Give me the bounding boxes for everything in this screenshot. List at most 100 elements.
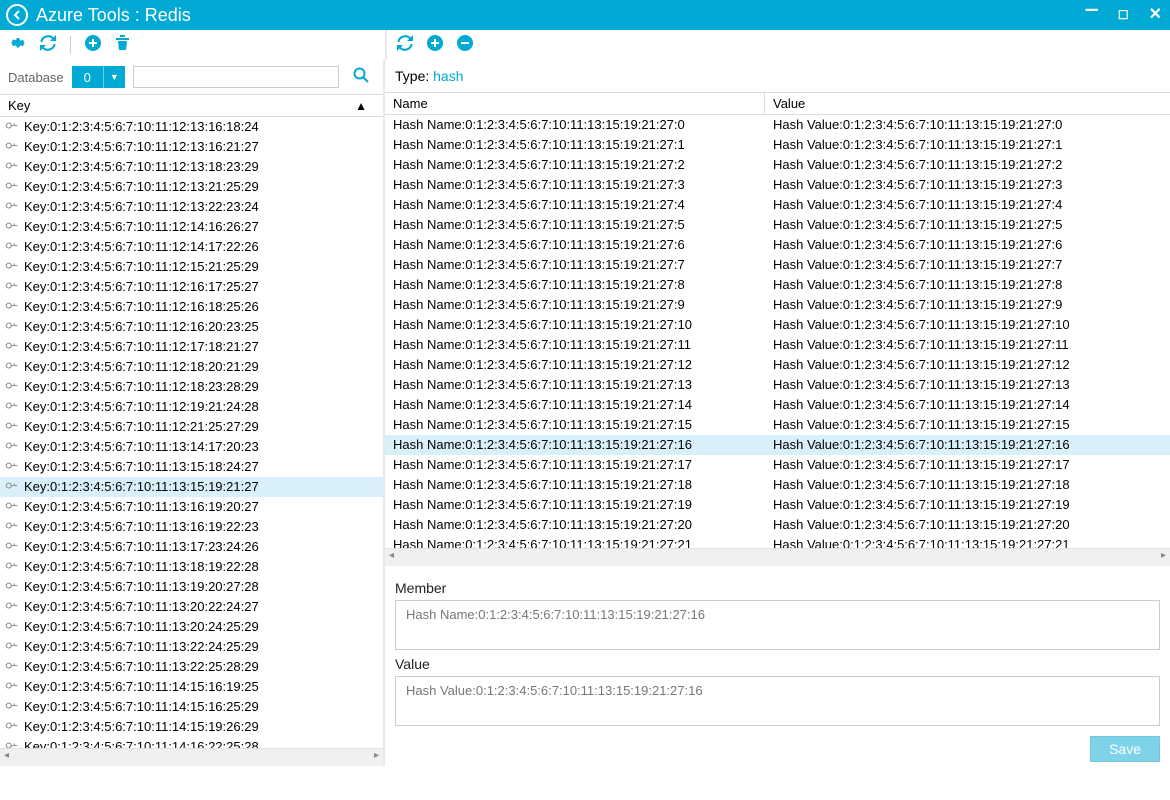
hash-row[interactable]: Hash Name:0:1:2:3:4:5:6:7:10:11:13:15:19… bbox=[385, 215, 1170, 235]
key-row[interactable]: Key:0:1:2:3:4:5:6:7:10:11:12:21:25:27:29 bbox=[0, 417, 383, 437]
hash-value: Hash Value:0:1:2:3:4:5:6:7:10:11:13:15:1… bbox=[765, 276, 1170, 294]
hash-row[interactable]: Hash Name:0:1:2:3:4:5:6:7:10:11:13:15:19… bbox=[385, 115, 1170, 135]
key-row[interactable]: Key:0:1:2:3:4:5:6:7:10:11:14:15:16:25:29 bbox=[0, 697, 383, 717]
key-row[interactable]: Key:0:1:2:3:4:5:6:7:10:11:12:13:16:21:27 bbox=[0, 137, 383, 157]
member-input[interactable]: Hash Name:0:1:2:3:4:5:6:7:10:11:13:15:19… bbox=[395, 600, 1160, 650]
add-icon[interactable] bbox=[85, 35, 101, 56]
search-box bbox=[133, 66, 339, 88]
key-row[interactable]: Key:0:1:2:3:4:5:6:7:10:11:13:16:19:20:27 bbox=[0, 497, 383, 517]
key-row[interactable]: Key:0:1:2:3:4:5:6:7:10:11:12:18:20:21:29 bbox=[0, 357, 383, 377]
key-row[interactable]: Key:0:1:2:3:4:5:6:7:10:11:13:16:19:22:23 bbox=[0, 517, 383, 537]
hash-name: Hash Name:0:1:2:3:4:5:6:7:10:11:13:15:19… bbox=[385, 216, 765, 234]
key-column-header[interactable]: Key ▲ bbox=[0, 94, 383, 117]
horizontal-scrollbar[interactable] bbox=[385, 548, 1170, 566]
save-button[interactable]: Save bbox=[1090, 736, 1160, 762]
key-row[interactable]: Key:0:1:2:3:4:5:6:7:10:11:12:18:23:28:29 bbox=[0, 377, 383, 397]
key-list[interactable]: Key:0:1:2:3:4:5:6:7:10:11:12:13:16:18:24… bbox=[0, 117, 383, 748]
hash-row[interactable]: Hash Name:0:1:2:3:4:5:6:7:10:11:13:15:19… bbox=[385, 495, 1170, 515]
key-row[interactable]: Key:0:1:2:3:4:5:6:7:10:11:12:17:18:21:27 bbox=[0, 337, 383, 357]
key-row[interactable]: Key:0:1:2:3:4:5:6:7:10:11:14:16:22:25:28 bbox=[0, 737, 383, 748]
key-row[interactable]: Key:0:1:2:3:4:5:6:7:10:11:13:20:22:24:27 bbox=[0, 597, 383, 617]
chevron-down-icon: ▼ bbox=[103, 66, 125, 88]
hash-row[interactable]: Hash Name:0:1:2:3:4:5:6:7:10:11:13:15:19… bbox=[385, 315, 1170, 335]
remove-icon[interactable] bbox=[457, 35, 473, 56]
key-text: Key:0:1:2:3:4:5:6:7:10:11:12:13:16:18:24 bbox=[24, 118, 259, 136]
key-row[interactable]: Key:0:1:2:3:4:5:6:7:10:11:12:13:21:25:29 bbox=[0, 177, 383, 197]
value-input[interactable]: Hash Value:0:1:2:3:4:5:6:7:10:11:13:15:1… bbox=[395, 676, 1160, 726]
key-row[interactable]: Key:0:1:2:3:4:5:6:7:10:11:13:15:19:21:27 bbox=[0, 477, 383, 497]
hash-row[interactable]: Hash Name:0:1:2:3:4:5:6:7:10:11:13:15:19… bbox=[385, 195, 1170, 215]
hash-name: Hash Name:0:1:2:3:4:5:6:7:10:11:13:15:19… bbox=[385, 276, 765, 294]
search-input[interactable] bbox=[134, 70, 338, 85]
key-row[interactable]: Key:0:1:2:3:4:5:6:7:10:11:12:13:18:23:29 bbox=[0, 157, 383, 177]
hash-name: Hash Name:0:1:2:3:4:5:6:7:10:11:13:15:19… bbox=[385, 536, 765, 548]
key-icon bbox=[3, 557, 23, 577]
value-column-header[interactable]: Value bbox=[765, 93, 1170, 114]
hash-row[interactable]: Hash Name:0:1:2:3:4:5:6:7:10:11:13:15:19… bbox=[385, 295, 1170, 315]
key-row[interactable]: Key:0:1:2:3:4:5:6:7:10:11:13:20:24:25:29 bbox=[0, 617, 383, 637]
key-icon bbox=[3, 537, 23, 557]
hash-row[interactable]: Hash Name:0:1:2:3:4:5:6:7:10:11:13:15:19… bbox=[385, 235, 1170, 255]
hash-row[interactable]: Hash Name:0:1:2:3:4:5:6:7:10:11:13:15:19… bbox=[385, 515, 1170, 535]
hash-row[interactable]: Hash Name:0:1:2:3:4:5:6:7:10:11:13:15:19… bbox=[385, 355, 1170, 375]
key-text: Key:0:1:2:3:4:5:6:7:10:11:12:17:18:21:27 bbox=[24, 338, 259, 356]
key-row[interactable]: Key:0:1:2:3:4:5:6:7:10:11:12:13:22:23:24 bbox=[0, 197, 383, 217]
key-text: Key:0:1:2:3:4:5:6:7:10:11:12:13:16:21:27 bbox=[24, 138, 259, 156]
key-row[interactable]: Key:0:1:2:3:4:5:6:7:10:11:12:13:16:18:24 bbox=[0, 117, 383, 137]
key-row[interactable]: Key:0:1:2:3:4:5:6:7:10:11:13:22:24:25:29 bbox=[0, 637, 383, 657]
delete-icon[interactable] bbox=[115, 35, 130, 56]
hash-row[interactable]: Hash Name:0:1:2:3:4:5:6:7:10:11:13:15:19… bbox=[385, 455, 1170, 475]
back-icon[interactable] bbox=[6, 4, 28, 26]
hash-row[interactable]: Hash Name:0:1:2:3:4:5:6:7:10:11:13:15:19… bbox=[385, 395, 1170, 415]
hash-value: Hash Value:0:1:2:3:4:5:6:7:10:11:13:15:1… bbox=[765, 196, 1170, 214]
gear-icon[interactable] bbox=[10, 35, 26, 56]
close-icon[interactable]: ✕ bbox=[1147, 7, 1164, 23]
key-text: Key:0:1:2:3:4:5:6:7:10:11:14:16:22:25:28 bbox=[24, 738, 259, 748]
key-text: Key:0:1:2:3:4:5:6:7:10:11:12:13:18:23:29 bbox=[24, 158, 259, 176]
hash-row[interactable]: Hash Name:0:1:2:3:4:5:6:7:10:11:13:15:19… bbox=[385, 135, 1170, 155]
key-icon bbox=[3, 357, 23, 377]
hash-row[interactable]: Hash Name:0:1:2:3:4:5:6:7:10:11:13:15:19… bbox=[385, 535, 1170, 548]
key-row[interactable]: Key:0:1:2:3:4:5:6:7:10:11:12:14:17:22:26 bbox=[0, 237, 383, 257]
key-row[interactable]: Key:0:1:2:3:4:5:6:7:10:11:12:16:17:25:27 bbox=[0, 277, 383, 297]
key-row[interactable]: Key:0:1:2:3:4:5:6:7:10:11:12:15:21:25:29 bbox=[0, 257, 383, 277]
key-icon bbox=[3, 157, 23, 177]
maximize-icon[interactable]: ☐ bbox=[1116, 9, 1131, 21]
key-row[interactable]: Key:0:1:2:3:4:5:6:7:10:11:13:22:25:28:29 bbox=[0, 657, 383, 677]
key-row[interactable]: Key:0:1:2:3:4:5:6:7:10:11:12:14:16:26:27 bbox=[0, 217, 383, 237]
minimize-icon[interactable]: ‒ bbox=[1084, 0, 1100, 20]
hash-list[interactable]: Hash Name:0:1:2:3:4:5:6:7:10:11:13:15:19… bbox=[385, 115, 1170, 548]
key-row[interactable]: Key:0:1:2:3:4:5:6:7:10:11:12:19:21:24:28 bbox=[0, 397, 383, 417]
search-icon[interactable] bbox=[347, 67, 375, 87]
hash-row[interactable]: Hash Name:0:1:2:3:4:5:6:7:10:11:13:15:19… bbox=[385, 255, 1170, 275]
hash-value: Hash Value:0:1:2:3:4:5:6:7:10:11:13:15:1… bbox=[765, 116, 1170, 134]
key-row[interactable]: Key:0:1:2:3:4:5:6:7:10:11:13:18:19:22:28 bbox=[0, 557, 383, 577]
refresh-icon[interactable] bbox=[397, 35, 413, 56]
hash-row[interactable]: Hash Name:0:1:2:3:4:5:6:7:10:11:13:15:19… bbox=[385, 415, 1170, 435]
key-text: Key:0:1:2:3:4:5:6:7:10:11:13:15:19:21:27 bbox=[24, 478, 259, 496]
hash-row[interactable]: Hash Name:0:1:2:3:4:5:6:7:10:11:13:15:19… bbox=[385, 335, 1170, 355]
key-row[interactable]: Key:0:1:2:3:4:5:6:7:10:11:12:16:18:25:26 bbox=[0, 297, 383, 317]
refresh-icon[interactable] bbox=[40, 35, 56, 56]
key-text: Key:0:1:2:3:4:5:6:7:10:11:13:15:18:24:27 bbox=[24, 458, 259, 476]
hash-row[interactable]: Hash Name:0:1:2:3:4:5:6:7:10:11:13:15:19… bbox=[385, 275, 1170, 295]
key-row[interactable]: Key:0:1:2:3:4:5:6:7:10:11:13:15:18:24:27 bbox=[0, 457, 383, 477]
key-row[interactable]: Key:0:1:2:3:4:5:6:7:10:11:13:19:20:27:28 bbox=[0, 577, 383, 597]
database-selector[interactable]: 0 ▼ bbox=[72, 66, 125, 88]
hash-row[interactable]: Hash Name:0:1:2:3:4:5:6:7:10:11:13:15:19… bbox=[385, 175, 1170, 195]
key-row[interactable]: Key:0:1:2:3:4:5:6:7:10:11:14:15:19:26:29 bbox=[0, 717, 383, 737]
name-column-header[interactable]: Name bbox=[385, 93, 765, 114]
key-text: Key:0:1:2:3:4:5:6:7:10:11:13:19:20:27:28 bbox=[24, 578, 259, 596]
hash-row[interactable]: Hash Name:0:1:2:3:4:5:6:7:10:11:13:15:19… bbox=[385, 475, 1170, 495]
hash-row[interactable]: Hash Name:0:1:2:3:4:5:6:7:10:11:13:15:19… bbox=[385, 375, 1170, 395]
key-row[interactable]: Key:0:1:2:3:4:5:6:7:10:11:12:16:20:23:25 bbox=[0, 317, 383, 337]
hash-row[interactable]: Hash Name:0:1:2:3:4:5:6:7:10:11:13:15:19… bbox=[385, 435, 1170, 455]
key-icon bbox=[3, 237, 23, 257]
key-row[interactable]: Key:0:1:2:3:4:5:6:7:10:11:13:17:23:24:26 bbox=[0, 537, 383, 557]
key-row[interactable]: Key:0:1:2:3:4:5:6:7:10:11:13:14:17:20:23 bbox=[0, 437, 383, 457]
key-text: Key:0:1:2:3:4:5:6:7:10:11:13:20:22:24:27 bbox=[24, 598, 259, 616]
hash-row[interactable]: Hash Name:0:1:2:3:4:5:6:7:10:11:13:15:19… bbox=[385, 155, 1170, 175]
add-icon[interactable] bbox=[427, 35, 443, 56]
horizontal-scrollbar[interactable] bbox=[0, 748, 383, 766]
key-row[interactable]: Key:0:1:2:3:4:5:6:7:10:11:14:15:16:19:25 bbox=[0, 677, 383, 697]
